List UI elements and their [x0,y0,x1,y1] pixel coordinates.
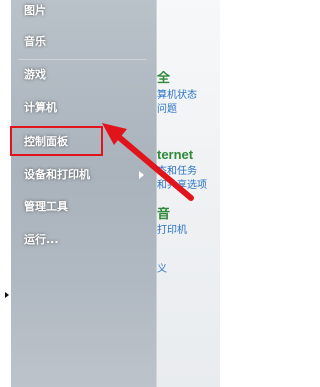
pointer-arrow [102,123,194,201]
